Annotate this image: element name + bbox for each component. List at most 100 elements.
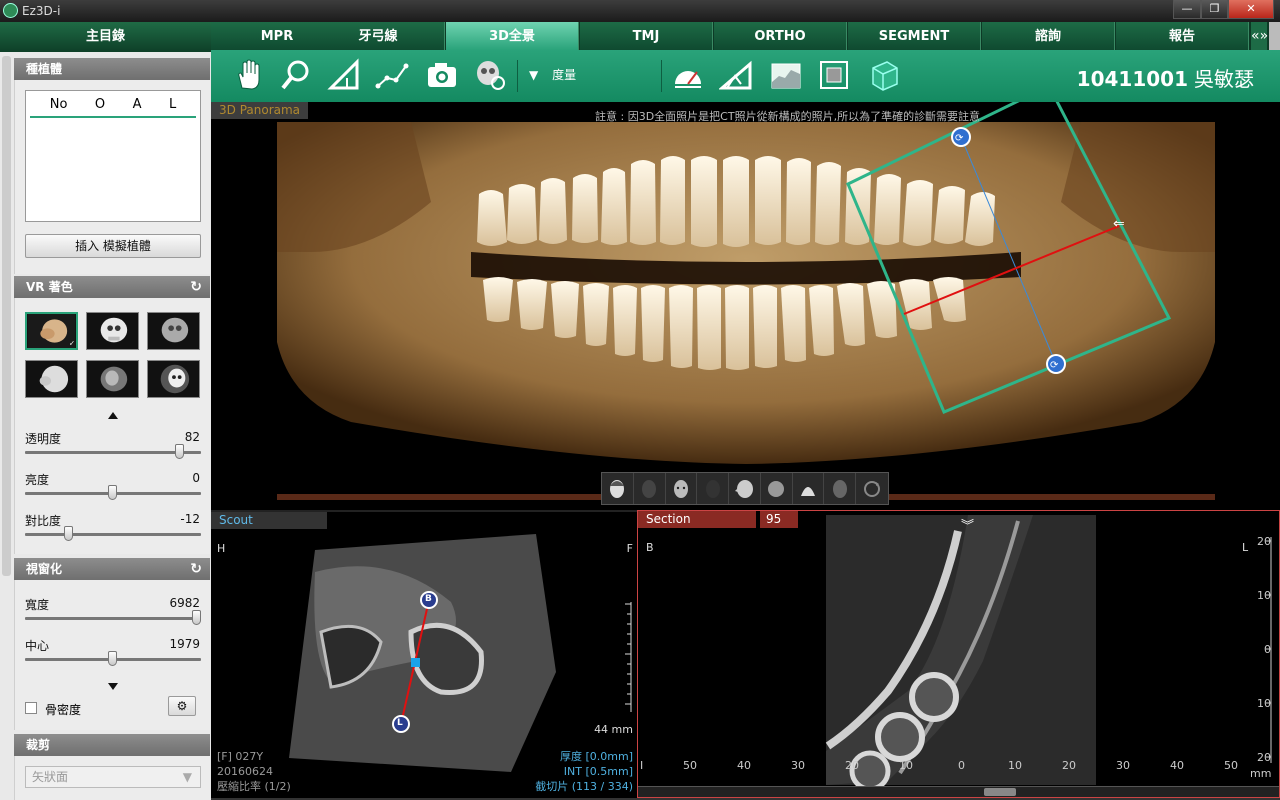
arrow-cursor-icon: ⇐ (1113, 216, 1125, 232)
implant-table[interactable]: No O A L (25, 90, 201, 222)
vr-preset-bone-white[interactable] (86, 312, 139, 350)
vr-refresh-icon[interactable]: ↻ (190, 276, 202, 298)
contrast-slider-thumb[interactable] (64, 526, 73, 541)
view-back-button[interactable] (634, 473, 666, 504)
tab-segment[interactable]: SEGMENT (848, 22, 981, 50)
brightness-value: 0 (192, 471, 200, 485)
polyline-icon[interactable] (375, 58, 409, 92)
contrast-track[interactable] (25, 533, 201, 536)
y-tick-label: 20 (1257, 751, 1271, 764)
gauge-icon[interactable] (671, 58, 705, 92)
head-bottom-icon (801, 486, 816, 496)
tab-arch[interactable]: 牙弓線 (312, 22, 445, 50)
view-rotate-button[interactable] (856, 473, 888, 504)
section-viewport[interactable]: Section 95 ︾ B L 20 10 0 10 20 I 50 40 3… (637, 510, 1280, 798)
windowing-section-header[interactable]: 視窗化 ↻ (14, 558, 210, 580)
vr-preset-skull-dark[interactable] (147, 360, 200, 398)
section-corner-right: L (1242, 541, 1249, 554)
insert-implant-button[interactable]: 插入 模擬植體 (25, 234, 201, 258)
close-button[interactable]: ✕ (1228, 0, 1274, 19)
scout-marker-bottom[interactable]: L (397, 718, 403, 728)
measure-dropdown[interactable]: ▼ 度量 (529, 66, 576, 83)
vr-preset-skin-tone[interactable]: ✓ (25, 312, 78, 350)
panorama-viewport[interactable]: ⟳ ⟳ ⇐ 3D Panorama 註意 : 因3D全面照片是把CT照片從新構成… (211, 102, 1280, 510)
section-horizontal-scrollbar[interactable] (638, 786, 1279, 797)
scout-info-date: 20160624 (217, 765, 273, 778)
scout-info-compression: 壓縮比率 (1/2) (217, 780, 291, 793)
transparency-slider-thumb[interactable] (174, 444, 184, 459)
crop-section-header[interactable]: 裁剪 (14, 734, 210, 756)
main-menu-button[interactable]: 主目錄 (0, 22, 211, 52)
view-right-button[interactable] (824, 473, 857, 504)
check-icon: ✓ (69, 338, 75, 347)
histogram-icon[interactable] (769, 58, 803, 92)
zoom-icon[interactable] (279, 58, 313, 92)
col-no: No (49, 97, 68, 112)
crop-plane-select[interactable]: 矢狀面 ▼ (25, 766, 201, 788)
head-right-icon (832, 479, 847, 498)
ruler-angle-icon[interactable] (717, 58, 753, 92)
maximize-button[interactable]: ❐ (1201, 0, 1228, 19)
vr-preset-bone-gray[interactable] (147, 312, 200, 350)
tab-consult[interactable]: 諮詢 (982, 22, 1115, 50)
crop-section: 矢狀面 ▼ (14, 756, 210, 800)
section-slice-number: 95 (760, 511, 798, 528)
nerve-icon[interactable] (473, 58, 507, 92)
vr-preset-skin-gray[interactable] (25, 360, 78, 398)
collapse-up-icon[interactable] (108, 412, 118, 419)
hand-icon[interactable] (231, 58, 265, 92)
bone-density-checkbox[interactable] (25, 702, 37, 714)
vr-preset-mixed[interactable] (86, 360, 139, 398)
section-image[interactable] (638, 511, 1280, 798)
scout-info-left: [F] 027Y 20160624 壓縮比率 (1/2) (217, 749, 291, 794)
tab-ortho[interactable]: ORTHO (714, 22, 847, 50)
rotate-handle-bottom-icon: ⟳ (1050, 360, 1059, 371)
center-slider-thumb[interactable] (108, 651, 117, 666)
view-top-button[interactable] (761, 473, 793, 504)
tabs-scrollbar[interactable] (1269, 22, 1280, 50)
tabs-more-button[interactable]: «» (1251, 22, 1268, 50)
left-panel-scrollbar[interactable] (2, 56, 11, 576)
scrollbar-thumb[interactable] (984, 788, 1016, 796)
x-tick-label: 20 (845, 759, 859, 772)
view-back-dark-button[interactable] (697, 473, 730, 504)
left-panel: 主目錄 種植體 No O A L 插入 模擬植體 VR 著色 ↻ ✓ 透明度 8… (0, 22, 211, 800)
chevron-down-icon: ▼ (182, 770, 192, 784)
scout-label: Scout (211, 512, 327, 529)
vr-color-section-header[interactable]: VR 著色 ↻ (14, 276, 210, 298)
crop-icon[interactable] (817, 58, 851, 92)
measure-label: 度量 (552, 68, 577, 82)
windowing-refresh-icon[interactable]: ↻ (190, 558, 202, 580)
tab-3d-panorama[interactable]: 3D全景 (446, 22, 579, 50)
cube-icon[interactable] (867, 58, 901, 92)
width-slider-thumb[interactable] (192, 610, 202, 625)
view-face-button[interactable] (666, 473, 698, 504)
expand-down-icon[interactable] (108, 683, 118, 690)
view-front-button[interactable] (602, 473, 634, 504)
implant-section: No O A L 插入 模擬植體 (14, 80, 210, 274)
implant-section-header[interactable]: 種植體 (14, 58, 210, 80)
scout-viewport[interactable]: B L Scout H F 44 mm [F] 027Y 20160624 壓縮… (211, 510, 637, 798)
tab-tmj[interactable]: TMJ (580, 22, 713, 50)
head-back-icon (642, 479, 657, 498)
view-left-button[interactable] (729, 473, 761, 504)
camera-icon[interactable] (425, 58, 459, 92)
brightness-label: 亮度 (25, 473, 50, 487)
x-tick-label: 30 (791, 759, 805, 772)
chevron-down-icon[interactable]: ︾ (961, 515, 974, 534)
x-tick-label: 0 (958, 759, 965, 772)
settings-button[interactable]: ⚙ (168, 696, 196, 716)
scout-marker-top[interactable]: B (425, 594, 432, 604)
rotate-icon (864, 480, 881, 497)
brightness-slider-thumb[interactable] (108, 485, 117, 500)
minimize-button[interactable]: — (1173, 0, 1201, 19)
rotate-handle-top-icon: ⟳ (955, 133, 964, 144)
bone-density-label: 骨密度 (45, 703, 82, 717)
gear-icon: ⚙ (176, 699, 188, 713)
tab-report[interactable]: 報告 (1116, 22, 1249, 50)
vr-color-section: ✓ 透明度 82 亮度 0 對比度 -12 (14, 298, 210, 554)
angle-icon[interactable] (327, 58, 361, 92)
view-bottom-button[interactable] (793, 473, 825, 504)
width-track[interactable] (25, 617, 201, 620)
panorama-image[interactable]: ⟳ ⟳ ⇐ (211, 102, 1280, 510)
